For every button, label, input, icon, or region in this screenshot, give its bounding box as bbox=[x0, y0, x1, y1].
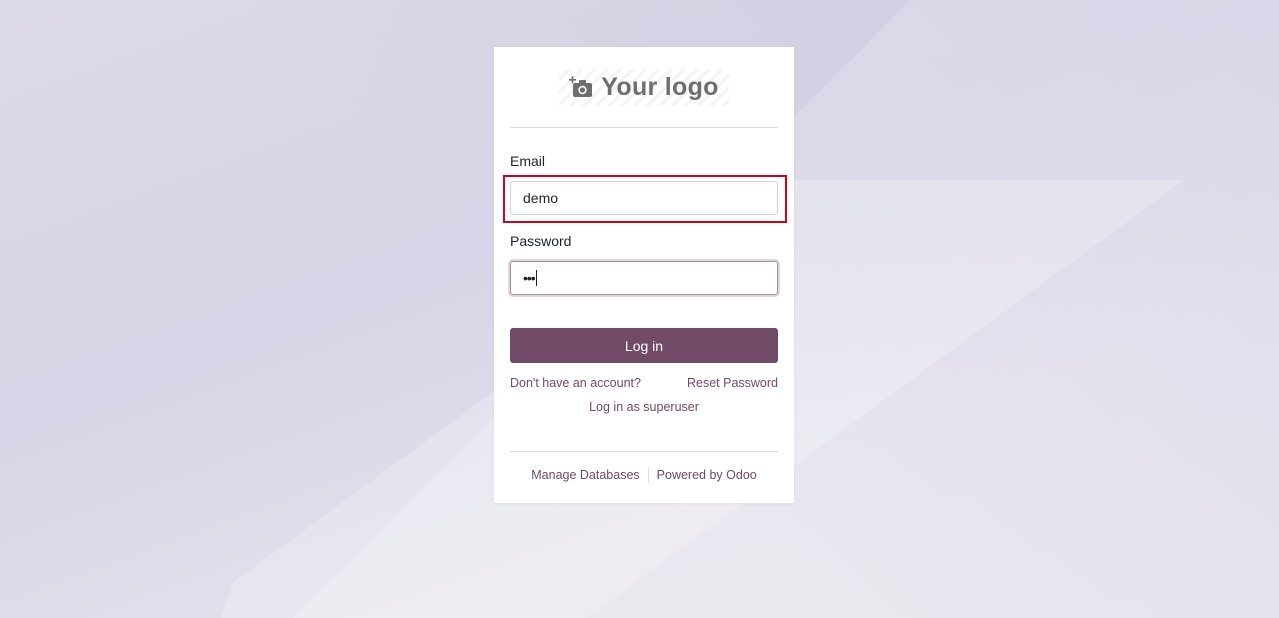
footer-divider bbox=[510, 451, 778, 452]
text-caret bbox=[535, 270, 537, 286]
signup-link[interactable]: Don't have an account? bbox=[510, 376, 641, 390]
camera-plus-icon bbox=[569, 76, 593, 97]
email-label: Email bbox=[510, 153, 546, 169]
powered-by-text: Powered by bbox=[656, 468, 727, 482]
logo-area: Your logo bbox=[510, 47, 778, 128]
footer-separator bbox=[647, 467, 649, 483]
powered-by-odoo-link[interactable]: Powered by Odoo bbox=[657, 468, 757, 482]
email-value: demo bbox=[523, 190, 559, 206]
odoo-brand-text: Odoo bbox=[726, 468, 757, 482]
logo-text: Your logo bbox=[601, 72, 719, 101]
company-logo[interactable]: Your logo bbox=[559, 68, 729, 106]
card-footer: Manage Databases Powered by Odoo bbox=[494, 467, 794, 483]
email-field[interactable]: demo bbox=[510, 181, 778, 215]
password-label: Password bbox=[510, 233, 572, 249]
password-field[interactable]: ••• bbox=[510, 261, 778, 295]
superuser-login-link[interactable]: Log in as superuser bbox=[494, 400, 794, 414]
password-value: ••• bbox=[523, 270, 536, 286]
login-card: Your logo Email demo Password ••• Log in… bbox=[494, 47, 794, 503]
reset-password-link[interactable]: Reset Password bbox=[687, 376, 778, 390]
login-button[interactable]: Log in bbox=[510, 328, 778, 363]
manage-databases-link[interactable]: Manage Databases bbox=[531, 468, 639, 482]
